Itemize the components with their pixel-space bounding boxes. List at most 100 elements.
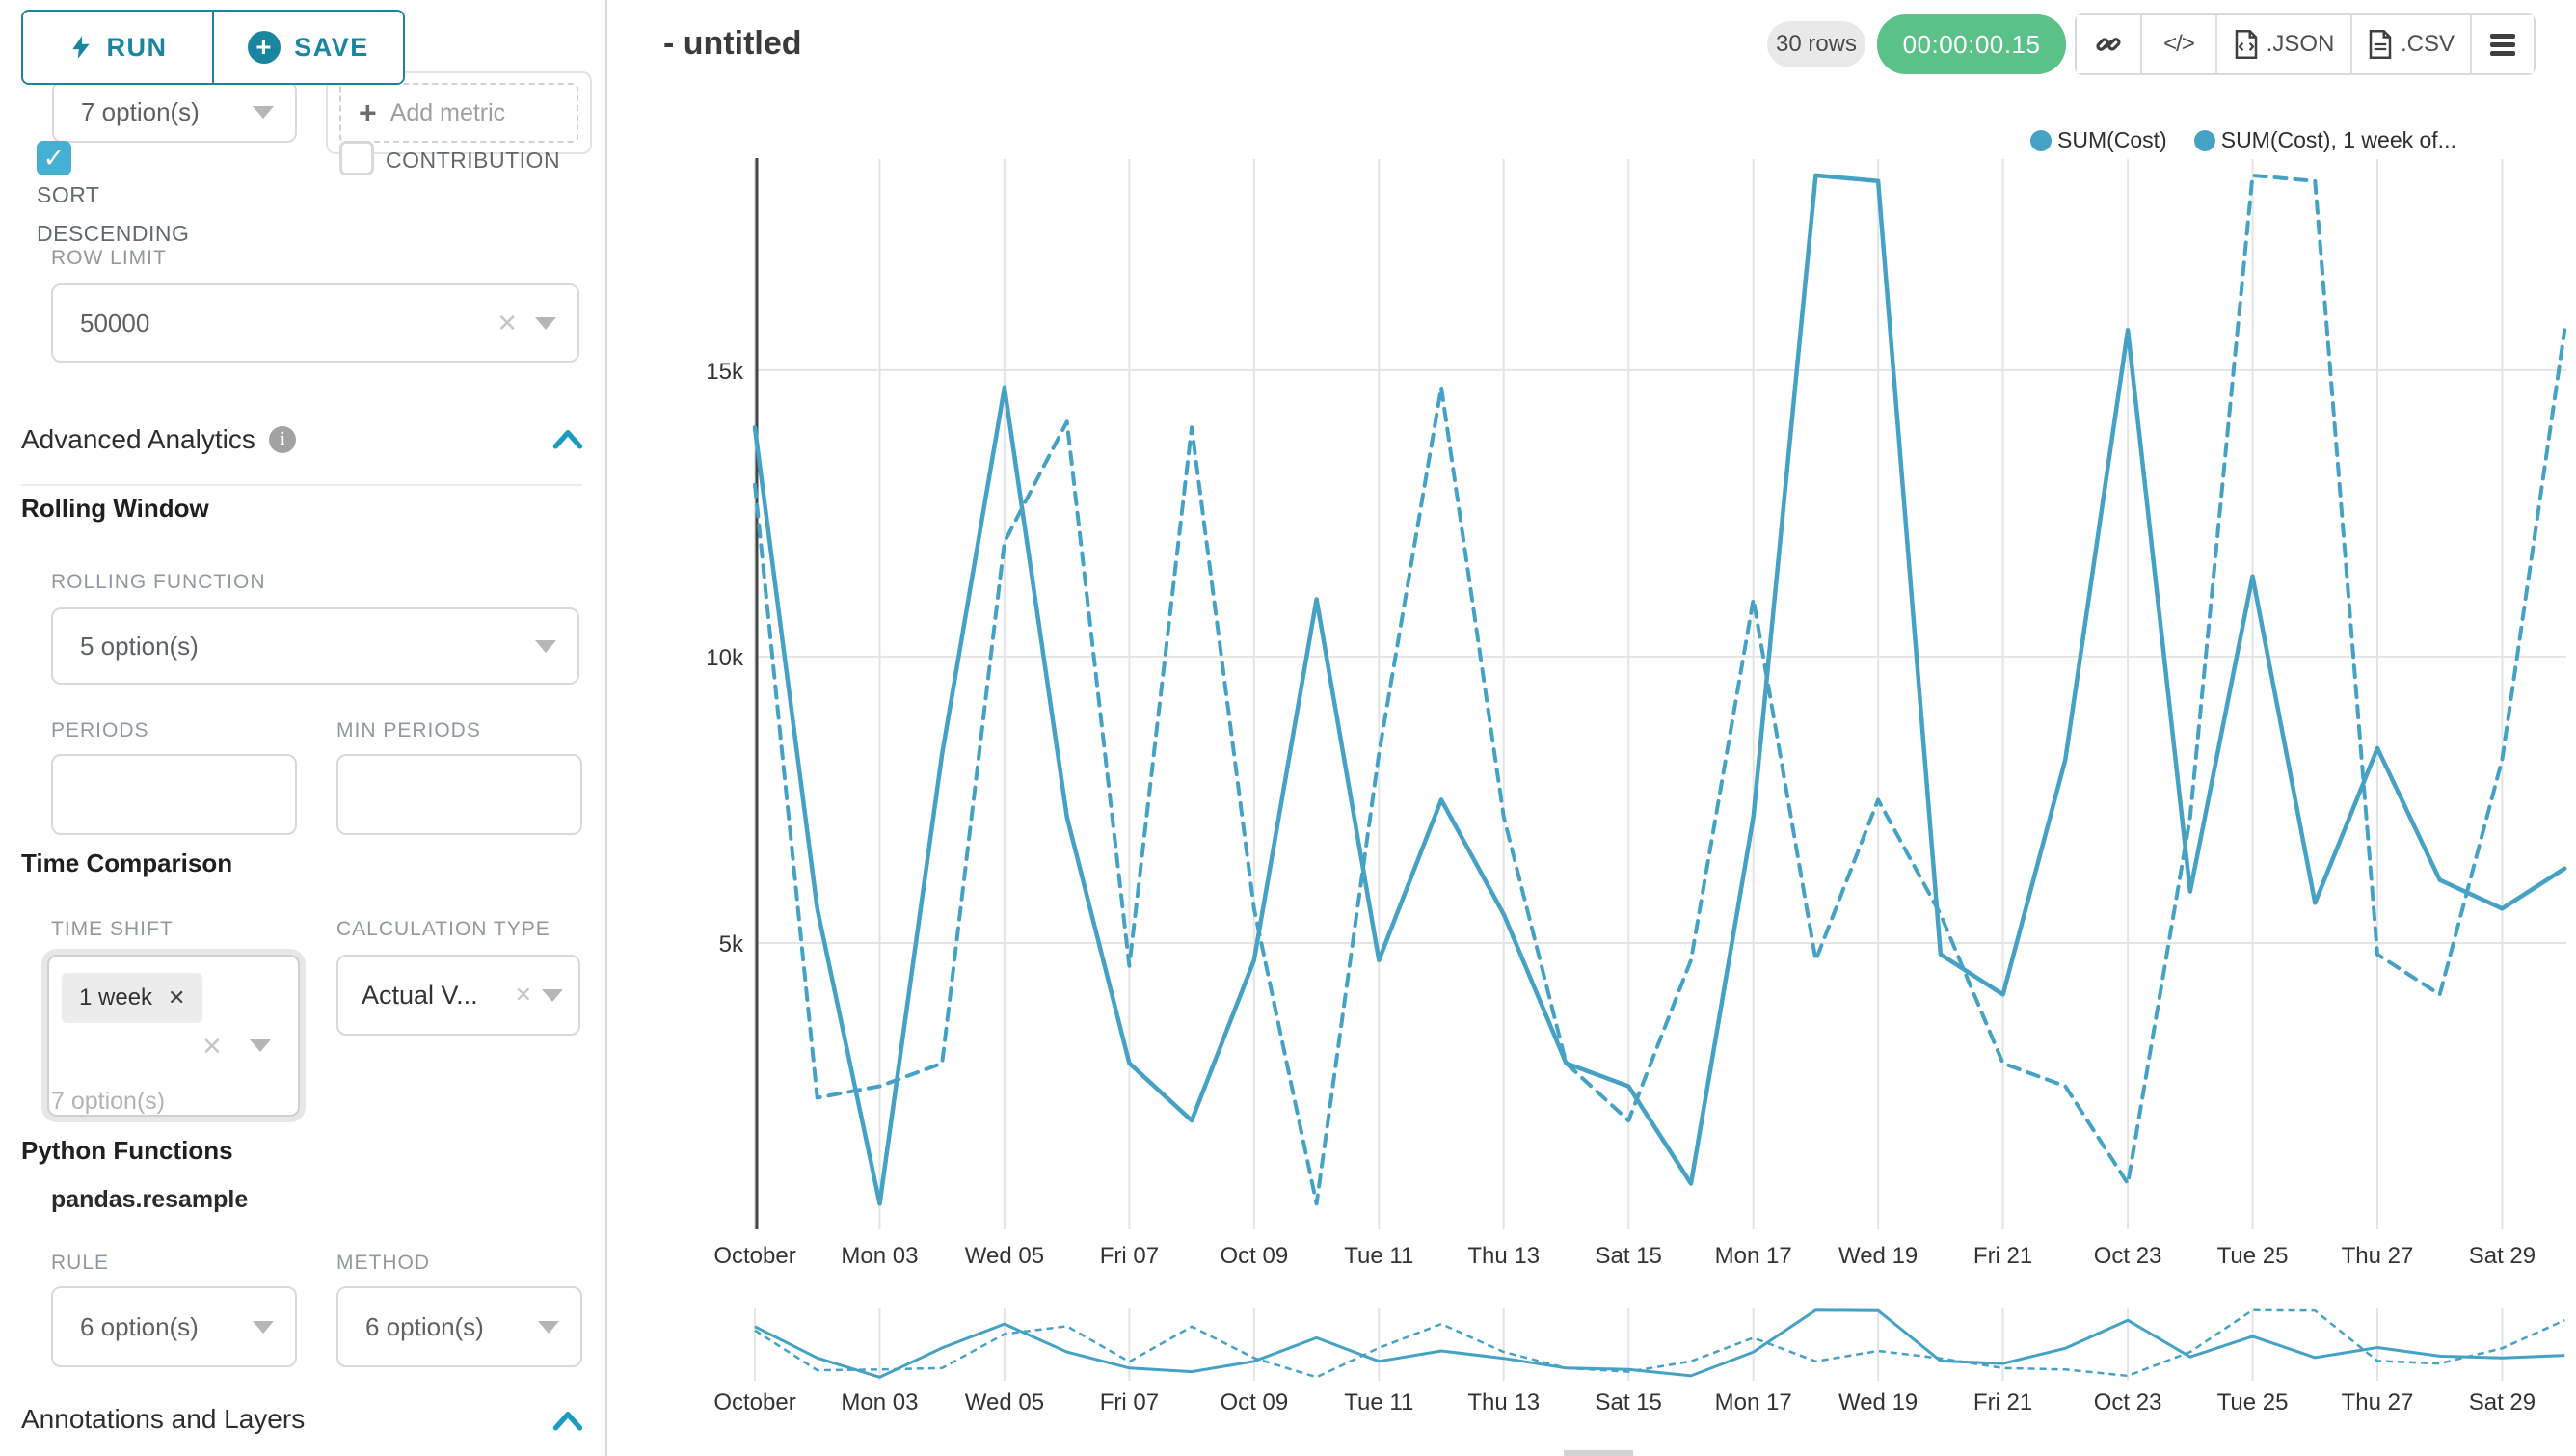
rolling-function-select[interactable]: 5 option(s) — [51, 607, 579, 685]
run-button[interactable]: RUN — [23, 12, 212, 83]
mini-x-axis-tick-label: Mon 03 — [841, 1389, 918, 1416]
min-periods-input[interactable] — [336, 754, 582, 835]
mini-series-line-dashed — [755, 1310, 2564, 1378]
x-axis-tick-label: Sat 15 — [1596, 1243, 1662, 1269]
info-icon[interactable]: i — [269, 426, 296, 453]
x-axis-tick-label: Wed 19 — [1838, 1243, 1918, 1269]
rolling-function-value: 5 option(s) — [53, 632, 535, 661]
mini-x-axis-tick-label: Fri 21 — [1973, 1389, 2032, 1416]
plus-circle-icon: + — [248, 31, 281, 64]
calculation-type-select[interactable]: Actual V... ✕ — [336, 955, 580, 1036]
time-shift-helper: 7 option(s) — [51, 1088, 165, 1116]
periods-input[interactable] — [51, 754, 297, 835]
python-functions-title: Python Functions — [21, 1136, 233, 1166]
advanced-analytics-title: Advanced Analytics — [21, 424, 255, 455]
chevron-down-icon — [535, 640, 556, 653]
x-axis-tick-label: Wed 05 — [965, 1243, 1044, 1269]
x-axis-tick-label: Oct 23 — [2094, 1243, 2162, 1269]
periods-label: PERIODS — [51, 719, 149, 742]
clear-icon[interactable]: ✕ — [515, 983, 532, 1008]
mini-x-axis-tick-label: Tue 11 — [1344, 1389, 1413, 1416]
y-axis-tick-label: 10k — [706, 645, 744, 671]
rule-select[interactable]: 6 option(s) — [51, 1286, 297, 1367]
time-shift-chip-label: 1 week — [79, 984, 152, 1011]
mini-x-axis-tick-label: Fri 07 — [1100, 1389, 1159, 1416]
x-axis-tick-label: Tue 11 — [1344, 1243, 1413, 1269]
control-panel: RUN + SAVE 7 option(s) + Add metric ✓ SO… — [0, 0, 607, 1456]
chevron-down-icon — [535, 317, 556, 330]
x-axis-tick-label: Sat 29 — [2469, 1243, 2536, 1269]
chevron-down-icon — [542, 989, 563, 1002]
rule-label: RULE — [51, 1252, 109, 1275]
mini-x-axis-tick-label: Oct 09 — [1220, 1389, 1288, 1416]
row-limit-label: ROW LIMIT — [51, 247, 167, 270]
mini-x-axis-tick-label: Tue 25 — [2217, 1389, 2289, 1416]
mini-x-axis-tick-label: Sat 15 — [1596, 1389, 1662, 1416]
save-button[interactable]: + SAVE — [212, 12, 403, 83]
y-axis-tick-label: 5k — [719, 931, 744, 957]
chevron-down-icon — [538, 1321, 559, 1334]
x-axis-tick-label: Oct 09 — [1220, 1243, 1288, 1269]
mini-x-axis-tick-label: Sat 29 — [2469, 1389, 2536, 1416]
time-shift-label: TIME SHIFT — [51, 918, 174, 941]
mini-x-axis-tick-label: October — [713, 1389, 795, 1416]
rolling-function-label: ROLLING FUNCTION — [51, 571, 266, 594]
mini-x-axis-tick-label: Thu 27 — [2342, 1389, 2414, 1416]
contribution-label: CONTRIBUTION — [386, 141, 560, 179]
save-button-label: SAVE — [294, 33, 369, 63]
time-shift-chip[interactable]: 1 week ✕ — [62, 973, 202, 1023]
mini-x-axis-tick-label: Wed 19 — [1838, 1389, 1918, 1416]
chip-close-icon[interactable]: ✕ — [168, 985, 185, 1011]
plus-icon: + — [359, 97, 377, 128]
checkbox-unchecked-icon[interactable] — [339, 141, 374, 175]
advanced-analytics-header[interactable]: Advanced Analytics i — [21, 424, 296, 455]
clear-icon[interactable]: ✕ — [201, 1032, 223, 1062]
x-axis-tick-label: Fri 21 — [1973, 1243, 2032, 1269]
rolling-window-title: Rolling Window — [21, 494, 209, 524]
series-line-dashed[interactable] — [755, 175, 2564, 1203]
row-limit-value: 50000 — [53, 309, 496, 338]
bottom-edge-fragment — [1564, 1450, 1633, 1456]
chevron-up-icon[interactable] — [551, 428, 584, 449]
mini-x-axis-tick-label: Mon 17 — [1715, 1389, 1792, 1416]
clear-icon[interactable]: ✕ — [496, 309, 518, 338]
time-comparison-title: Time Comparison — [21, 849, 232, 878]
method-label: METHOD — [336, 1252, 430, 1275]
calculation-type-value: Actual V... — [338, 981, 515, 1011]
mini-x-axis-tick-label: Oct 23 — [2094, 1389, 2162, 1416]
x-axis-tick-label: October — [713, 1243, 795, 1269]
x-axis-tick-label: Mon 17 — [1715, 1243, 1792, 1269]
section-divider — [21, 484, 582, 486]
calculation-type-label: CALCULATION TYPE — [336, 918, 550, 941]
run-button-label: RUN — [107, 33, 168, 63]
x-axis-tick-label: Thu 27 — [2342, 1243, 2414, 1269]
sort-descending-checkbox-row[interactable]: ✓ SORT DESCENDING — [37, 141, 244, 253]
add-metric-label: Add metric — [390, 99, 505, 127]
series-line-solid[interactable] — [755, 175, 2564, 1203]
chevron-down-icon — [253, 106, 274, 119]
run-save-button-group: RUN + SAVE — [21, 10, 405, 85]
annotations-layers-title: Annotations and Layers — [21, 1404, 305, 1435]
checkbox-checked-icon[interactable]: ✓ — [37, 141, 71, 175]
x-axis-tick-label: Thu 13 — [1467, 1243, 1540, 1269]
min-periods-label: MIN PERIODS — [336, 719, 481, 742]
x-axis-tick-label: Fri 07 — [1100, 1243, 1159, 1269]
chevron-up-icon[interactable] — [551, 1410, 584, 1431]
chevron-down-icon — [253, 1321, 274, 1334]
row-limit-select[interactable]: 50000 ✕ — [51, 283, 579, 363]
contribution-checkbox-row[interactable]: CONTRIBUTION — [339, 141, 592, 179]
method-value: 6 option(s) — [338, 1312, 538, 1342]
x-axis-tick-label: Tue 25 — [2217, 1243, 2289, 1269]
lightning-icon — [68, 31, 94, 64]
timeseries-line-chart[interactable]: 5k 10k 15k October October Mon 03 Mon 03 Wed 05… — [607, 0, 2576, 1456]
mini-x-axis-tick-label: Thu 13 — [1467, 1389, 1540, 1416]
y-axis-tick-label: 15k — [706, 359, 744, 385]
rule-value: 6 option(s) — [53, 1312, 253, 1342]
method-select[interactable]: 6 option(s) — [336, 1286, 582, 1367]
x-axis-tick-label: Mon 03 — [841, 1243, 918, 1269]
add-metric-button[interactable]: + Add metric — [339, 83, 578, 143]
sort-descending-label: SORT DESCENDING — [37, 175, 244, 253]
metric-select[interactable]: 7 option(s) — [52, 81, 297, 143]
annotations-layers-header[interactable]: Annotations and Layers — [21, 1404, 305, 1435]
chevron-down-icon — [250, 1039, 271, 1052]
